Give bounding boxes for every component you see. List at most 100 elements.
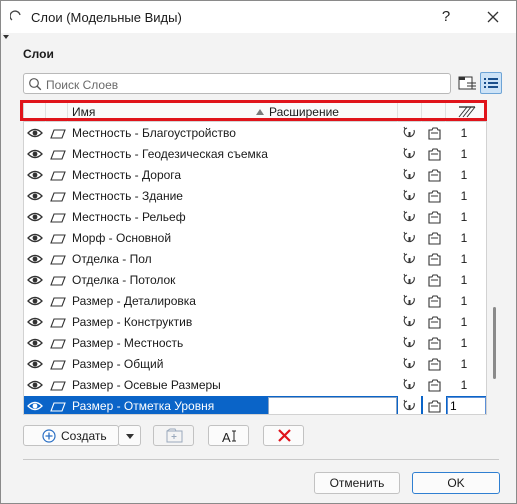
layer-intersection-icon[interactable] — [402, 168, 417, 183]
lock-icon[interactable] — [50, 380, 66, 391]
layer-intersection-icon[interactable] — [402, 189, 417, 204]
pen-number[interactable]: 1 — [459, 168, 469, 182]
lock-icon[interactable] — [50, 212, 66, 223]
wireframe-icon[interactable] — [427, 252, 442, 267]
table-row[interactable]: Морф - Основной 1 — [24, 228, 486, 249]
layer-intersection-icon[interactable] — [402, 378, 417, 393]
table-row[interactable]: Размер - Местность 1 — [24, 333, 486, 354]
wireframe-icon[interactable] — [427, 336, 442, 351]
layer-intersection-icon[interactable] — [402, 147, 417, 162]
lock-icon[interactable] — [50, 359, 66, 370]
help-icon[interactable]: ? — [434, 5, 458, 29]
lock-icon[interactable] — [50, 317, 66, 328]
pen-number[interactable]: 1 — [459, 378, 469, 392]
lock-icon[interactable] — [50, 275, 66, 286]
layer-intersection-icon[interactable] — [402, 315, 417, 330]
wireframe-icon[interactable] — [427, 294, 442, 309]
eye-icon[interactable] — [27, 253, 43, 265]
search-input[interactable]: Поиск Слоев — [23, 73, 451, 94]
table-row[interactable]: Местность - Рельеф 1 — [24, 207, 486, 228]
pen-number[interactable]: 1 — [459, 210, 469, 224]
lock-icon[interactable] — [50, 296, 66, 307]
lock-icon[interactable] — [50, 338, 66, 349]
pen-number[interactable]: 1 — [459, 273, 469, 287]
lock-icon[interactable] — [50, 233, 66, 244]
layer-intersection-icon[interactable] — [402, 336, 417, 351]
list-view-icon — [484, 78, 498, 88]
wireframe-icon[interactable] — [427, 231, 442, 246]
pen-number[interactable]: 1 — [459, 189, 469, 203]
eye-icon[interactable] — [27, 211, 43, 223]
lock-icon[interactable] — [50, 170, 66, 181]
lock-icon[interactable] — [50, 149, 66, 160]
pen-number[interactable]: 1 — [459, 231, 469, 245]
ok-button[interactable]: OK — [412, 472, 500, 494]
layer-intersection-icon[interactable] — [402, 357, 417, 372]
eye-icon[interactable] — [27, 190, 43, 202]
wireframe-icon[interactable] — [427, 399, 442, 414]
pen-number[interactable]: 1 — [459, 147, 469, 161]
collapse-arrow-icon[interactable] — [3, 35, 9, 39]
lock-icon[interactable] — [50, 254, 66, 265]
eye-icon[interactable] — [27, 127, 43, 139]
table-row[interactable]: Размер - Конструктив 1 — [24, 312, 486, 333]
layer-intersection-icon[interactable] — [402, 399, 417, 414]
pen-number[interactable]: 1 — [459, 294, 469, 308]
layer-intersection-icon[interactable] — [402, 231, 417, 246]
lock-icon[interactable] — [50, 128, 66, 139]
layer-intersection-icon[interactable] — [402, 273, 417, 288]
eye-icon[interactable] — [27, 232, 43, 244]
wireframe-icon[interactable] — [427, 189, 442, 204]
cancel-button[interactable]: Отменить — [314, 472, 400, 494]
layer-intersection-icon[interactable] — [402, 210, 417, 225]
eye-icon[interactable] — [27, 337, 43, 349]
table-row-selected[interactable]: Размер - Отметка Уровня 1 — [24, 396, 486, 414]
close-icon[interactable] — [481, 5, 505, 29]
table-row[interactable]: Местность - Благоустройство 1 — [24, 123, 486, 144]
table-row[interactable]: Местность - Геодезическая съемка 1 — [24, 144, 486, 165]
list-view-button[interactable] — [480, 72, 502, 94]
delete-button[interactable] — [263, 425, 304, 446]
new-folder-button[interactable] — [153, 425, 194, 446]
create-button[interactable]: Создать — [23, 425, 119, 446]
pen-number[interactable]: 1 — [459, 357, 469, 371]
eye-icon[interactable] — [27, 379, 43, 391]
table-row[interactable]: Местность - Дорога 1 — [24, 165, 486, 186]
table-row[interactable]: Отделка - Пол 1 — [24, 249, 486, 270]
wireframe-icon[interactable] — [427, 210, 442, 225]
table-row[interactable]: Размер - Осевые Размеры 1 — [24, 375, 486, 396]
table-row[interactable]: Размер - Деталировка 1 — [24, 291, 486, 312]
wireframe-icon[interactable] — [427, 147, 442, 162]
table-row[interactable]: Местность - Здание 1 — [24, 186, 486, 207]
eye-icon[interactable] — [27, 148, 43, 160]
rename-button[interactable]: A — [208, 425, 249, 446]
layer-intersection-icon[interactable] — [402, 252, 417, 267]
pen-number[interactable]: 1 — [459, 126, 469, 140]
eye-icon[interactable] — [27, 295, 43, 307]
pen-number[interactable]: 1 — [459, 315, 469, 329]
eye-icon[interactable] — [27, 316, 43, 328]
extension-field[interactable] — [268, 397, 397, 414]
wireframe-icon[interactable] — [427, 357, 442, 372]
wireframe-icon[interactable] — [427, 273, 442, 288]
pen-number[interactable]: 1 — [459, 336, 469, 350]
wireframe-icon[interactable] — [427, 315, 442, 330]
eye-icon[interactable] — [27, 169, 43, 181]
wireframe-icon[interactable] — [427, 168, 442, 183]
wireframe-icon[interactable] — [427, 378, 442, 393]
pen-number[interactable]: 1 — [459, 252, 469, 266]
eye-icon[interactable] — [27, 400, 43, 412]
eye-icon[interactable] — [27, 358, 43, 370]
pen-number-field[interactable]: 1 — [447, 397, 486, 414]
wireframe-icon[interactable] — [427, 126, 442, 141]
create-dropdown-button[interactable] — [118, 425, 141, 446]
table-row[interactable]: Размер - Общий 1 — [24, 354, 486, 375]
lock-icon[interactable] — [50, 191, 66, 202]
layer-intersection-icon[interactable] — [402, 294, 417, 309]
eye-icon[interactable] — [27, 274, 43, 286]
table-row[interactable]: Отделка - Потолок 1 — [24, 270, 486, 291]
lock-icon[interactable] — [50, 401, 66, 412]
scrollbar-thumb[interactable] — [493, 307, 496, 379]
layer-intersection-icon[interactable] — [402, 126, 417, 141]
tree-view-icon[interactable] — [457, 73, 478, 94]
